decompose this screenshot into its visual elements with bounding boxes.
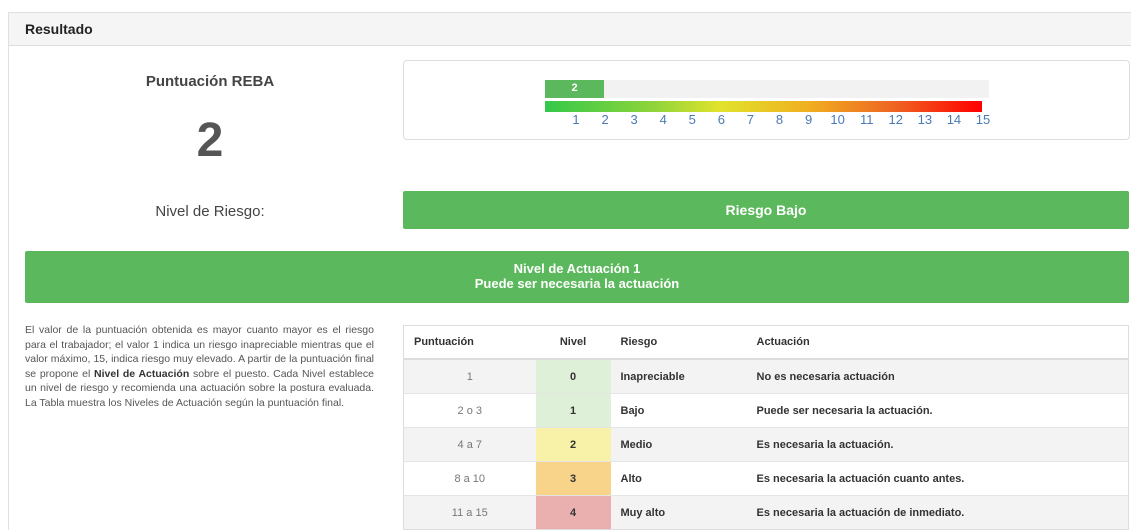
cell-score: 8 a 10 bbox=[403, 461, 536, 496]
scale-tick: 10 bbox=[830, 112, 845, 127]
cell-action: Puede ser necesaria la actuación. bbox=[746, 393, 1129, 428]
scale-tick: 3 bbox=[630, 112, 638, 127]
score-value: 2 bbox=[196, 114, 224, 167]
scale-track bbox=[545, 80, 989, 98]
cell-action: Es necesaria la actuación. bbox=[746, 427, 1129, 462]
result-panel: Resultado Puntuación REBA 2 2 1234567891… bbox=[8, 12, 1131, 530]
action-level-banner: Nivel de Actuación 1 Puede ser necesaria… bbox=[25, 251, 1129, 303]
cell-risk: Muy alto bbox=[610, 495, 747, 530]
scale-tick: 6 bbox=[717, 112, 725, 127]
table-row: 4 a 7 2 Medio Es necesaria la actuación. bbox=[403, 427, 1129, 462]
scale-indicator: 2 bbox=[545, 80, 604, 98]
cell-level: 2 bbox=[535, 427, 611, 462]
header-risk: Riesgo bbox=[610, 325, 747, 360]
scale-tick: 1 bbox=[572, 112, 580, 127]
table-row: 11 a 15 4 Muy alto Es necesaria la actuació… bbox=[403, 495, 1129, 530]
cell-action: Es necesaria la actuación cuanto antes. bbox=[746, 461, 1129, 496]
cell-level: 0 bbox=[535, 358, 611, 394]
scale-tick: 2 bbox=[601, 112, 609, 127]
cell-score: 1 bbox=[403, 358, 536, 394]
panel-title: Resultado bbox=[25, 21, 93, 37]
cell-action: Es necesaria la actuación de inmediato. bbox=[746, 495, 1129, 530]
score-scale: 2 1 2 3 4 5 6 7 8 9 10 11 12 13 14 15 bbox=[403, 60, 1130, 140]
action-level-subtitle: Puede ser necesaria la actuación bbox=[474, 276, 680, 291]
risk-level-label: Nivel de Riesgo: bbox=[155, 203, 265, 220]
cell-score: 11 a 15 bbox=[403, 495, 536, 530]
scale-tick: 15 bbox=[975, 112, 991, 127]
description-bold: Nivel de Actuación bbox=[94, 367, 190, 380]
cell-risk: Bajo bbox=[610, 393, 747, 428]
scale-gradient bbox=[545, 101, 982, 112]
cell-action: No es necesaria actuación bbox=[746, 358, 1129, 394]
cell-level: 4 bbox=[535, 495, 611, 530]
panel-header: Resultado bbox=[9, 13, 1131, 46]
table-row: 8 a 10 3 Alto Es necesaria la actuación cua… bbox=[403, 461, 1129, 496]
scale-indicator-label: 2 bbox=[571, 82, 578, 94]
action-level-title: Nivel de Actuación 1 bbox=[513, 261, 641, 276]
table-header-row: Puntuación Nivel Riesgo Actuación bbox=[403, 325, 1129, 360]
risk-level-badge: Riesgo Bajo bbox=[403, 191, 1129, 229]
scale-tick: 9 bbox=[804, 112, 813, 127]
table-row: 2 o 3 1 Bajo Puede ser necesaria la actuaci… bbox=[403, 393, 1129, 428]
scale-tick: 14 bbox=[946, 112, 962, 127]
cell-score: 2 o 3 bbox=[403, 393, 536, 428]
cell-level: 3 bbox=[535, 461, 611, 496]
table-row: 1 0 Inapreciable No es necesaria actuación bbox=[403, 358, 1129, 394]
scale-tick: 8 bbox=[775, 112, 784, 127]
score-label: Puntuación REBA bbox=[145, 73, 275, 90]
scale-tick: 7 bbox=[746, 112, 755, 127]
header-score: Puntuación bbox=[403, 325, 536, 360]
scale-tick: 13 bbox=[917, 112, 933, 127]
action-levels-table: Puntuación Nivel Riesgo Actuación 1 0 Inap… bbox=[403, 325, 1129, 530]
description-text: El valor de la puntuación obtenida es ma… bbox=[25, 323, 374, 410]
cell-risk: Medio bbox=[610, 427, 747, 462]
cell-score: 4 a 7 bbox=[403, 427, 536, 462]
cell-risk: Alto bbox=[610, 461, 747, 496]
scale-tick: 11 bbox=[859, 112, 874, 127]
header-action: Actuación bbox=[746, 325, 1129, 360]
scale-tick: 4 bbox=[659, 112, 667, 127]
header-level: Nivel bbox=[535, 325, 611, 360]
scale-tick: 12 bbox=[888, 112, 904, 127]
cell-level: 1 bbox=[535, 393, 611, 428]
cell-risk: Inapreciable bbox=[610, 358, 747, 394]
scale-tick: 5 bbox=[688, 112, 696, 127]
